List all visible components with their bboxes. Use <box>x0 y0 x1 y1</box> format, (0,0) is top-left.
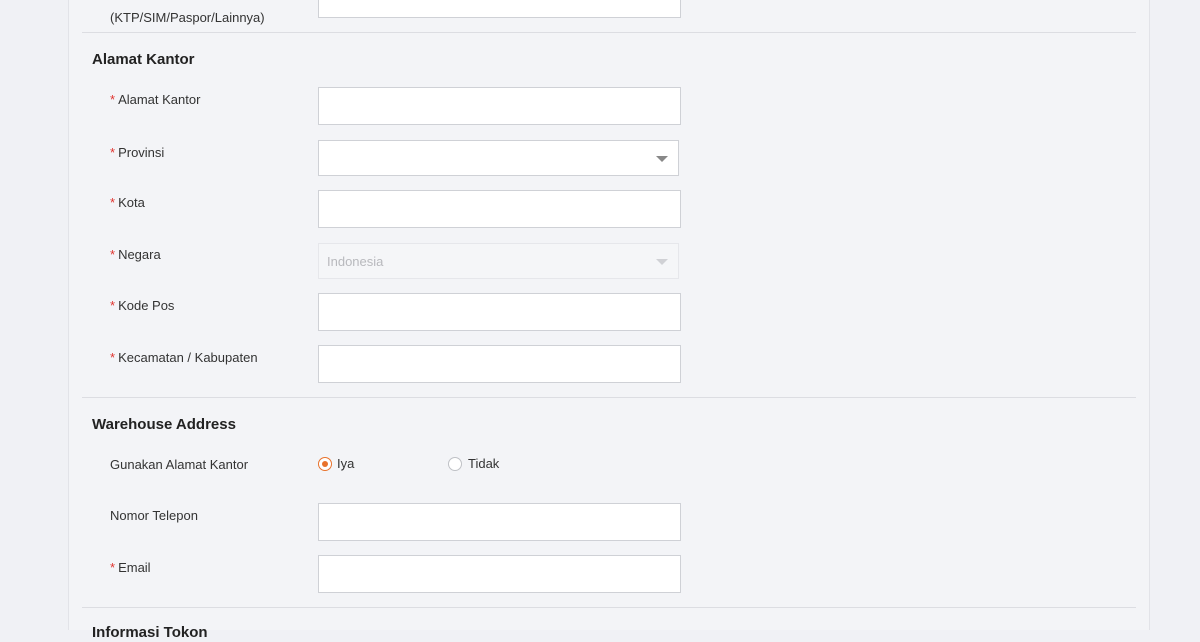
province-select[interactable] <box>318 140 679 176</box>
required-marker: * <box>110 92 116 107</box>
radio-no-label[interactable]: Tidak <box>468 456 499 472</box>
required-marker: * <box>110 247 116 262</box>
phone-input[interactable] <box>318 503 681 541</box>
office-address-input[interactable] <box>318 87 681 125</box>
chevron-down-icon <box>656 156 668 162</box>
radio-no[interactable] <box>448 457 462 471</box>
postal-code-label: * Kode Pos <box>110 298 175 313</box>
country-label: * Negara <box>110 247 161 262</box>
city-input[interactable] <box>318 190 681 228</box>
country-value: Indonesia <box>327 254 384 269</box>
email-label: * Email <box>110 560 151 575</box>
required-marker: * <box>110 350 116 365</box>
province-label: * Provinsi <box>110 145 165 160</box>
email-input[interactable] <box>318 555 681 593</box>
required-marker: * <box>110 298 116 313</box>
required-marker: * <box>110 560 116 575</box>
address-label: * Alamat Kantor <box>110 92 201 107</box>
district-label: * Kecamatan / Kabupaten <box>110 350 258 365</box>
id-type-label-continuation: (KTP/SIM/Paspor/Lainnya) <box>110 10 265 25</box>
section-divider <box>82 397 1136 398</box>
district-input[interactable] <box>318 345 681 383</box>
section-title-next: Informasi Tokon <box>92 624 208 641</box>
city-label: * Kota <box>110 195 145 210</box>
section-divider <box>82 607 1136 608</box>
phone-label: Nomor Telepon <box>110 508 198 523</box>
chevron-down-icon <box>656 259 668 265</box>
section-divider <box>82 32 1136 33</box>
radio-yes[interactable] <box>318 457 332 471</box>
country-select: Indonesia <box>318 243 679 279</box>
section-title-warehouse-address: Warehouse Address <box>92 416 236 433</box>
id-number-input[interactable] <box>318 0 681 18</box>
required-marker: * <box>110 195 116 210</box>
required-marker: * <box>110 145 116 160</box>
section-title-office-address: Alamat Kantor <box>92 51 195 68</box>
postal-code-input[interactable] <box>318 293 681 331</box>
radio-yes-label[interactable]: Iya <box>337 456 354 472</box>
use-office-address-label: Gunakan Alamat Kantor <box>110 457 249 472</box>
